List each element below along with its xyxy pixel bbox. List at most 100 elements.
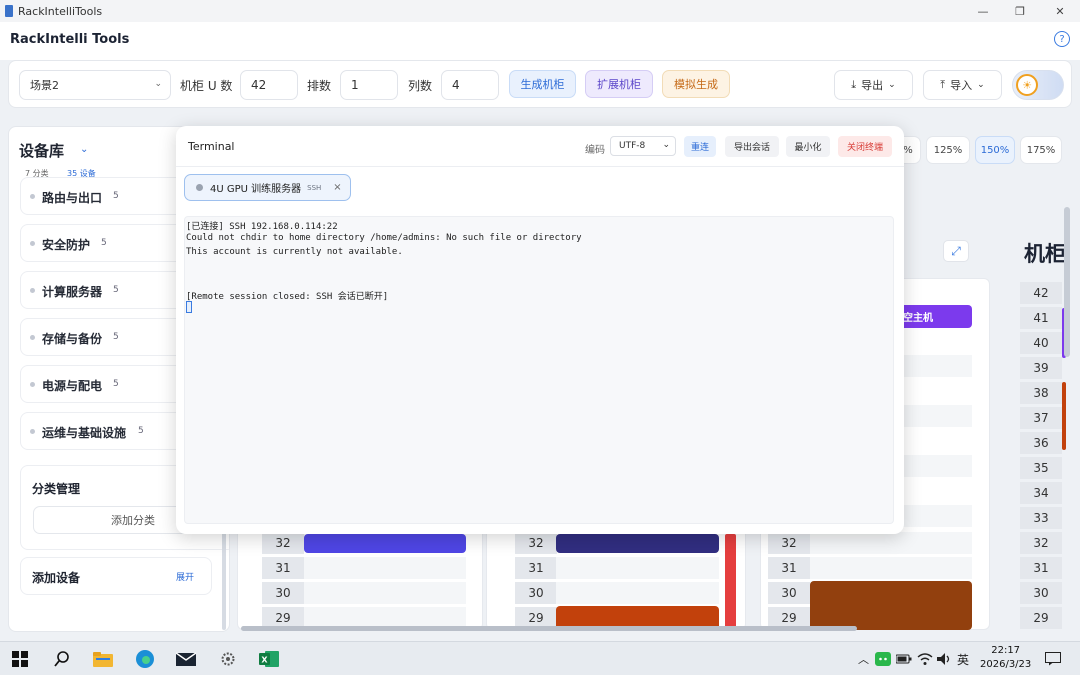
rack4-unit: 39 — [1020, 357, 1062, 379]
rack3-unit: 31 — [768, 557, 810, 579]
chevron-down-icon: ⌄ — [977, 80, 985, 90]
horizontal-scrollbar[interactable] — [241, 626, 857, 631]
rack1-empty-slot[interactable] — [304, 582, 466, 604]
notification-icon[interactable] — [1043, 649, 1063, 669]
export-button[interactable]: ⤓ 导出 ⌄ — [834, 70, 913, 100]
tray-expand-icon[interactable]: ︿ — [858, 651, 869, 667]
excel-icon[interactable]: X — [259, 649, 279, 669]
wechat-icon[interactable] — [874, 649, 892, 669]
search-icon[interactable] — [52, 649, 72, 669]
bullet-icon — [30, 382, 35, 387]
session-tab-protocol: SSH — [307, 183, 322, 192]
zoom-175-button[interactable]: 175% — [1020, 136, 1062, 164]
app-header: RackIntelli Tools ? — [0, 22, 1080, 60]
export-label: 导出 — [861, 79, 884, 92]
svg-text:X: X — [261, 656, 268, 665]
rack4-unit: 30 — [1020, 582, 1062, 604]
edge-browser-icon[interactable] — [135, 649, 155, 669]
chevron-down-icon: ⌄ — [154, 79, 162, 89]
rack3-empty-slot[interactable] — [903, 505, 972, 527]
close-terminal-button[interactable]: 关闭终端 — [838, 136, 892, 157]
wifi-icon[interactable] — [916, 649, 934, 669]
battery-icon[interactable] — [895, 649, 913, 669]
bullet-icon — [30, 241, 35, 246]
rack3-empty-slot[interactable] — [903, 355, 972, 377]
rack2-empty-slot[interactable] — [556, 557, 719, 579]
rack-u-input[interactable]: 42 — [240, 70, 298, 100]
expand-icon[interactable]: ⤢ — [943, 240, 969, 262]
rack4-unit: 31 — [1020, 557, 1062, 579]
import-label: 导入 — [950, 79, 973, 92]
upload-icon: ⤒ — [940, 78, 946, 91]
rack1-empty-slot[interactable] — [304, 557, 466, 579]
chevron-down-icon: ⌄ — [662, 140, 670, 150]
zoom-125-button[interactable]: 125% — [926, 136, 970, 164]
chevron-down-icon: ⌄ — [888, 80, 896, 90]
category-count: 5 — [113, 332, 119, 342]
help-icon[interactable]: ? — [1054, 31, 1070, 47]
rack2-device[interactable] — [556, 534, 719, 553]
rack4-device-marker — [1062, 382, 1066, 450]
add-device-title: 添加设备 — [32, 571, 81, 585]
rack2-side-bar — [725, 534, 736, 630]
terminal-output[interactable]: [已连接] SSH 192.168.0.114:22 Could not chd… — [184, 216, 894, 524]
category-count: 5 — [113, 191, 119, 201]
vertical-scrollbar[interactable] — [1064, 207, 1070, 357]
scene-select[interactable]: 场景2 ⌄ — [19, 70, 171, 100]
mail-icon[interactable] — [176, 649, 196, 669]
rack3-device[interactable] — [810, 581, 972, 630]
rack1-unit: 31 — [262, 557, 304, 579]
category-label: 计算服务器 — [42, 285, 103, 299]
minimize-terminal-button[interactable]: 最小化 — [786, 136, 830, 157]
bullet-icon — [30, 194, 35, 199]
zoom-150-button[interactable]: 150% — [975, 136, 1015, 164]
rack4-unit: 37 — [1020, 407, 1062, 429]
terminal-line: [已连接] SSH 192.168.0.114:22 — [186, 222, 338, 232]
rack4-unit: 40 — [1020, 332, 1062, 354]
rack4-unit: 38 — [1020, 382, 1062, 404]
rack4-unit: 42 — [1020, 282, 1062, 304]
category-label: 运维与基础设施 — [42, 426, 127, 440]
chevron-down-icon[interactable]: ⌄ — [80, 144, 88, 155]
ime-indicator[interactable]: 英 — [957, 651, 969, 668]
rack3-empty-slot[interactable] — [903, 455, 972, 477]
expand-rack-button[interactable]: 扩展机柜 — [585, 70, 653, 98]
generate-rack-button[interactable]: 生成机柜 — [509, 70, 576, 98]
reconnect-button[interactable]: 重连 — [684, 136, 716, 157]
add-device-section[interactable]: 添加设备 展开 — [20, 557, 212, 595]
bullet-icon — [30, 288, 35, 293]
simulate-generate-button[interactable]: 模拟生成 — [662, 70, 730, 98]
encoding-select[interactable]: UTF-8 ⌄ — [610, 136, 676, 156]
expand-link[interactable]: 展开 — [176, 570, 194, 583]
rack2-empty-slot[interactable] — [556, 582, 719, 604]
settings-gear-icon[interactable] — [218, 649, 238, 669]
close-window-button[interactable]: ✕ — [1040, 0, 1080, 22]
minimize-button[interactable]: — — [963, 0, 1003, 22]
restore-button[interactable]: ❐ — [1000, 0, 1040, 22]
theme-toggle[interactable]: ☀ — [1012, 70, 1064, 100]
terminal-session-tab[interactable]: 4U GPU 训练服务器 SSH × — [184, 174, 351, 201]
rack4-unit: 32 — [1020, 532, 1062, 554]
rack3-device-host[interactable]: 空主机 — [895, 305, 972, 328]
volume-icon[interactable] — [935, 649, 953, 669]
export-session-button[interactable]: 导出会话 — [725, 136, 779, 157]
rack3-empty-slot[interactable] — [810, 532, 972, 554]
session-tab-name: 4U GPU 训练服务器 — [210, 184, 302, 195]
windows-start-icon[interactable] — [10, 649, 30, 669]
terminal-line: Could not chdir to home directory /home/… — [186, 233, 582, 243]
rack1-device[interactable] — [304, 534, 466, 553]
download-icon: ⤓ — [851, 78, 857, 91]
rack4-unit: 29 — [1020, 607, 1062, 629]
file-explorer-icon[interactable] — [93, 649, 113, 669]
rack3-empty-slot[interactable] — [903, 405, 972, 427]
rack3-unit: 32 — [768, 532, 810, 554]
taskbar-clock[interactable]: 22:17 2026/3/23 — [980, 644, 1031, 672]
close-tab-icon[interactable]: × — [333, 182, 341, 193]
cols-input[interactable]: 4 — [441, 70, 499, 100]
import-button[interactable]: ⤒ 导入 ⌄ — [923, 70, 1002, 100]
rows-input[interactable]: 1 — [340, 70, 398, 100]
rack4-unit: 34 — [1020, 482, 1062, 504]
rack2-unit: 31 — [515, 557, 557, 579]
rack3-empty-slot[interactable] — [810, 557, 972, 579]
rack2-unit: 30 — [515, 582, 557, 604]
